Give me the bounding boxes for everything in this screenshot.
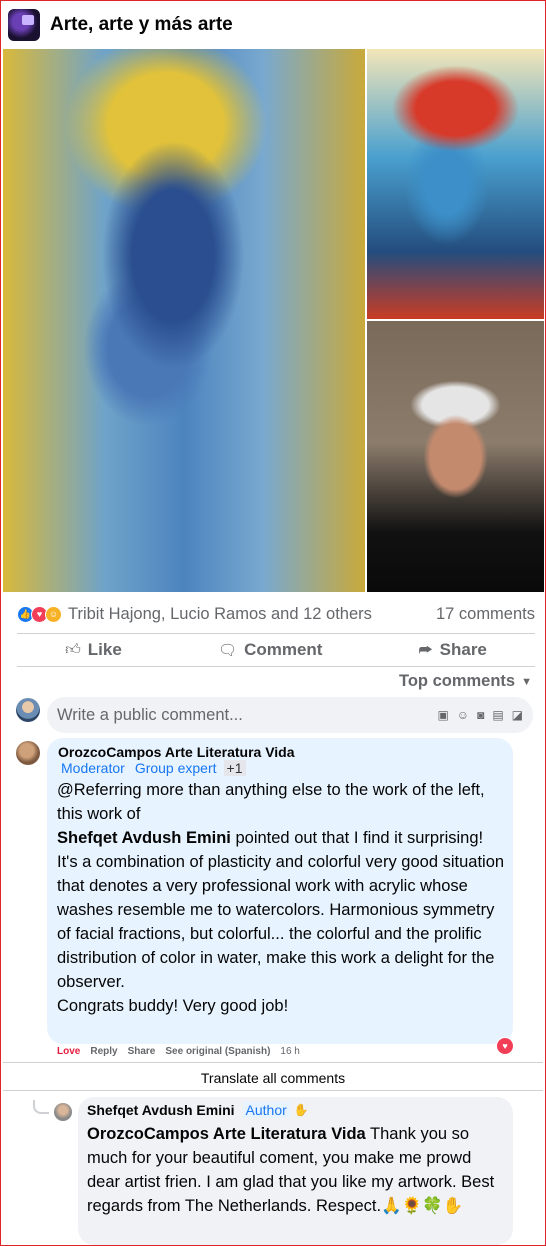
reply-thread-line bbox=[33, 1100, 49, 1114]
photo-second-painting[interactable] bbox=[367, 49, 544, 319]
comments-count[interactable]: 17 comments bbox=[436, 605, 535, 624]
comment-author[interactable]: OrozcoCampos Arte Literatura Vida bbox=[58, 744, 295, 760]
reactors-text[interactable]: Tribit Hajong, Lucio Ramos and 12 others bbox=[68, 605, 372, 624]
moderator-badge[interactable]: Moderator bbox=[58, 760, 128, 776]
author-badges: Moderator Group expert +1 bbox=[58, 760, 246, 776]
sort-comments-dropdown[interactable]: Top comments ▼ bbox=[399, 672, 532, 691]
camera-icon[interactable]: ◙ bbox=[477, 708, 484, 722]
group-avatar[interactable] bbox=[8, 9, 40, 41]
avatar-sticker-icon[interactable]: ▣ bbox=[437, 708, 448, 722]
group-title[interactable]: Arte, arte y más arte bbox=[50, 14, 233, 36]
comment-text: @Referring more than anything else to th… bbox=[57, 781, 505, 1015]
comment-icon: 🗨︎ bbox=[218, 642, 238, 659]
chevron-down-icon: ▼ bbox=[521, 675, 532, 688]
thumbs-up-icon: 👍︎ bbox=[65, 641, 81, 658]
sticker-icon[interactable]: ◪ bbox=[512, 708, 523, 722]
divider bbox=[17, 633, 535, 634]
more-badges[interactable]: +1 bbox=[223, 760, 246, 776]
comment-input-placeholder: Write a public comment... bbox=[57, 705, 243, 724]
comment-button[interactable]: 🗨︎ Comment bbox=[218, 640, 322, 660]
share-link[interactable]: Share bbox=[128, 1046, 156, 1057]
reply-author[interactable]: Shefqet Avdush Emini bbox=[87, 1102, 235, 1118]
photo-artist[interactable] bbox=[367, 321, 544, 592]
comment-timestamp[interactable]: 16 h bbox=[280, 1046, 299, 1057]
divider bbox=[3, 1062, 543, 1063]
reactions-summary: 👍 ♥ ☺ Tribit Hajong, Lucio Ramos and 12 … bbox=[17, 603, 535, 625]
comment-input[interactable]: Write a public comment... ▣ ☺ ◙ ▤ ◪ bbox=[47, 697, 533, 733]
translate-all-link[interactable]: Translate all comments bbox=[0, 1070, 546, 1086]
comment-tools: ▣ ☺ ◙ ▤ ◪ bbox=[437, 708, 523, 722]
see-original-link[interactable]: See original (Spanish) bbox=[165, 1046, 270, 1057]
share-icon: ⮫ bbox=[418, 641, 433, 659]
divider bbox=[17, 666, 535, 667]
gif-icon[interactable]: ▤ bbox=[492, 708, 503, 722]
divider bbox=[3, 1090, 543, 1091]
love-reaction-link[interactable]: Love bbox=[57, 1046, 80, 1057]
current-user-avatar[interactable] bbox=[16, 698, 40, 722]
reply-link[interactable]: Reply bbox=[90, 1046, 117, 1057]
author-badge[interactable]: Author bbox=[242, 1102, 290, 1118]
photo-main-painting[interactable] bbox=[3, 49, 365, 592]
group-expert-badge[interactable]: Group expert bbox=[131, 760, 220, 776]
post-header: Arte, arte y más arte bbox=[8, 8, 233, 42]
comment-meta: Love Reply Share See original (Spanish) … bbox=[57, 1046, 300, 1057]
commenter-avatar[interactable] bbox=[16, 741, 40, 765]
post-actions: 👍︎ Like 🗨︎ Comment ⮫ Share bbox=[17, 636, 535, 664]
reply-header: Shefqet Avdush Emini Author ✋ bbox=[87, 1102, 309, 1118]
care-icon: ☺ bbox=[45, 605, 62, 623]
like-button[interactable]: 👍︎ Like bbox=[65, 640, 122, 660]
mention-link[interactable]: Shefqet Avdush Emini bbox=[57, 829, 231, 847]
emoji-icon[interactable]: ☺ bbox=[457, 708, 469, 722]
reply-mention-link[interactable]: OrozcoCampos Arte Literatura Vida bbox=[87, 1125, 366, 1143]
reply-author-avatar[interactable] bbox=[54, 1103, 72, 1121]
comment-love-icon[interactable]: ♥ bbox=[496, 1037, 514, 1055]
wave-icon: ✋ bbox=[293, 1103, 309, 1117]
share-button[interactable]: ⮫ Share bbox=[419, 640, 487, 660]
reply-text: OrozcoCampos Arte Literatura Vida Thank … bbox=[87, 1125, 495, 1215]
